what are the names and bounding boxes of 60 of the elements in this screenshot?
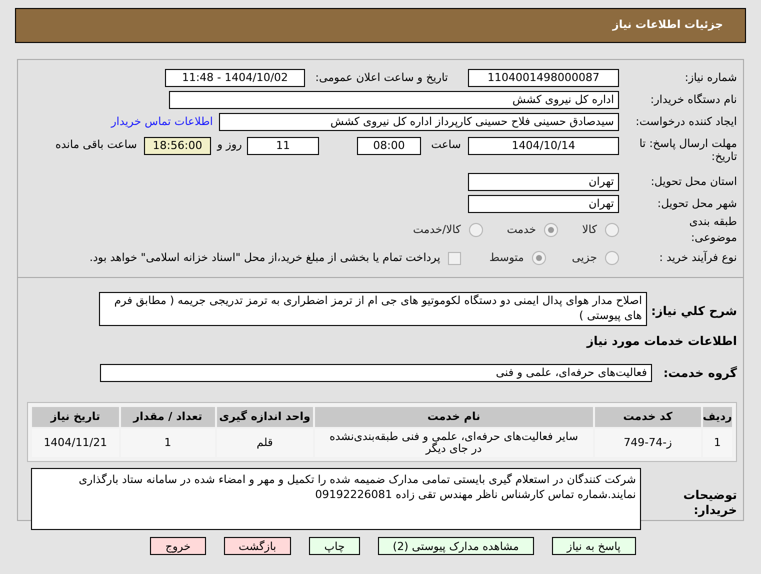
text-field[interactable]: 18:56:00 — [144, 137, 211, 155]
description-textarea[interactable]: اصلاح مدار هوای پدال ایمنی دو دستگاه لکوموتیو های جی ام از ترمز اضطراری به ترمز تدریجی جریمه ( مطابق فرم های پیوستی ) — [99, 292, 647, 326]
action-button[interactable]: مشاهده مدارک پیوستی (2) — [378, 537, 534, 555]
field-label: استان محل تحویل: — [650, 174, 737, 190]
text-field[interactable]: 1104001498000087 — [468, 69, 619, 87]
text-field[interactable]: تهران — [468, 173, 619, 191]
radio-button[interactable] — [605, 223, 619, 237]
field-label: مهلت ارسال پاسخ: تا تاریخ: — [638, 137, 737, 163]
time-label: ساعت — [430, 137, 461, 153]
text-field[interactable]: 11 — [247, 137, 319, 155]
column-header: واحد اندازه گیری — [216, 407, 313, 427]
action-button[interactable]: خروج — [150, 537, 206, 555]
table-cell: سایر فعالیت‌های حرفه‌ای، علمی و فنی طبقه‌بندی‌نشده در جای دیگر — [314, 429, 593, 457]
field-label: نام دستگاه خریدار: — [649, 92, 737, 108]
radio-button[interactable] — [532, 251, 546, 265]
action-button[interactable]: بازگشت — [224, 537, 292, 555]
days-label: روز و — [216, 137, 242, 153]
radio-label: جزیی — [572, 250, 597, 266]
table-cell: 1 — [702, 429, 732, 457]
field-label: نوع فرآیند خرید : — [658, 250, 737, 266]
radio-label: کالا/خدمت — [413, 222, 461, 238]
radio-button[interactable] — [468, 223, 483, 237]
column-header: ردیف — [702, 407, 732, 427]
action-button[interactable]: پاسخ به نیاز — [552, 537, 636, 555]
table-cell: 1 — [120, 429, 215, 457]
field-label: ایجاد کننده درخواست: — [634, 114, 737, 130]
column-header: تاریخ نیاز — [32, 407, 119, 427]
column-header: کد خدمت — [594, 407, 701, 427]
payment-note: پرداخت تمام یا بخشی از مبلغ خرید،از محل "اسناد خزانه اسلامی" خواهد بود. — [90, 250, 440, 266]
field-label: تاریخ و ساعت اعلان عمومی: — [314, 70, 448, 86]
notes-textarea[interactable]: شرکت کنندگان در استعلام گیری بایستی تمامی مدارک ضمیمه شده را تکمیل و مهر و امضاء شده در سامانه ستاد بارگذاری نمایند.شماره تماس کارشناس ناظر مهندس تقی زاده 09192226081 — [31, 468, 641, 530]
field-label: شهر محل تحویل: — [656, 196, 737, 212]
table-cell: قلم — [216, 429, 313, 457]
field-label: توضیحات خریدار: — [682, 487, 737, 518]
remaining-label: ساعت باقی مانده — [55, 137, 137, 153]
text-field[interactable]: اداره کل نیروی کشش — [169, 91, 619, 109]
text-field[interactable]: 1404/10/14 — [468, 137, 619, 155]
table-cell: 1404/11/21 — [32, 429, 119, 457]
table-cell: ز-74-749 — [594, 429, 701, 457]
buyer-contact-link[interactable]: اطلاعات تماس خریدار — [111, 114, 213, 130]
radio-label: متوسط — [489, 250, 524, 266]
text-field[interactable]: 1404/10/02 - 11:48 — [165, 69, 305, 87]
section-heading: اطلاعات خدمات مورد نیاز — [586, 333, 737, 350]
field-label: شرح کلي نياز: — [650, 303, 737, 320]
radio-label: کالا — [582, 222, 597, 238]
radio-button[interactable] — [605, 251, 619, 265]
radio-label: خدمت — [506, 222, 536, 238]
field-label: طبقه بندی موضوعی: — [688, 214, 737, 246]
column-header: نام خدمت — [314, 407, 593, 427]
page-title: جزئیات اطلاعات نیاز — [612, 17, 723, 34]
text-field[interactable]: تهران — [468, 195, 619, 213]
text-field[interactable]: سیدصادق حسینی فلاح حسینی کارپرداز اداره کل نیروی کشش — [219, 113, 619, 131]
checkbox[interactable] — [448, 252, 462, 264]
column-header: تعداد / مقدار — [120, 407, 215, 427]
field-label: گروه خدمت: — [662, 365, 737, 382]
field-label: شماره نیاز: — [684, 70, 737, 86]
action-button[interactable]: چاپ — [309, 537, 360, 555]
text-field[interactable]: 08:00 — [357, 137, 421, 155]
text-field[interactable]: فعالیت‌های حرفه‌ای، علمی و فنی — [100, 364, 652, 382]
radio-button[interactable] — [544, 223, 558, 237]
